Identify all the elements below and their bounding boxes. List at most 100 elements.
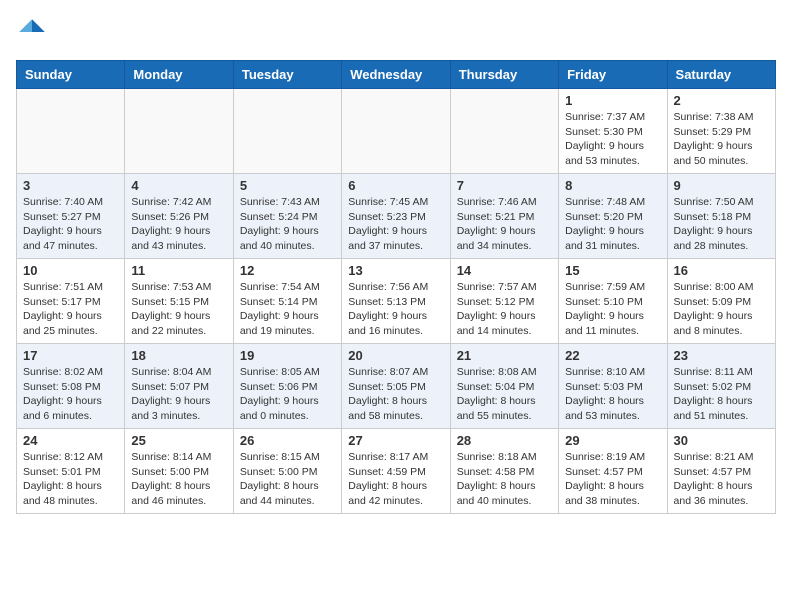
- calendar-cell: 29 Sunrise: 8:19 AM Sunset: 4:57 PM Dayli…: [559, 429, 667, 514]
- calendar-cell: 23 Sunrise: 8:11 AM Sunset: 5:02 PM Dayli…: [667, 344, 775, 429]
- weekday-header-row: SundayMondayTuesdayWednesdayThursdayFrid…: [17, 61, 776, 89]
- calendar-cell: 12 Sunrise: 7:54 AM Sunset: 5:14 PM Dayli…: [233, 259, 341, 344]
- calendar-cell: [233, 89, 341, 174]
- calendar-cell: 27 Sunrise: 8:17 AM Sunset: 4:59 PM Dayli…: [342, 429, 450, 514]
- calendar-cell: 18 Sunrise: 8:04 AM Sunset: 5:07 PM Dayli…: [125, 344, 233, 429]
- day-number: 11: [131, 263, 226, 278]
- day-number: 22: [565, 348, 660, 363]
- calendar-cell: 4 Sunrise: 7:42 AM Sunset: 5:26 PM Daylig…: [125, 174, 233, 259]
- day-info: Sunrise: 7:37 AM Sunset: 5:30 PM Dayligh…: [565, 110, 660, 169]
- logo-icon: [16, 16, 48, 48]
- calendar-cell: 16 Sunrise: 8:00 AM Sunset: 5:09 PM Dayli…: [667, 259, 775, 344]
- day-number: 25: [131, 433, 226, 448]
- calendar-cell: 14Sunrise: 7:57 AM Sunset: 5:12 PM Dayli…: [450, 259, 558, 344]
- day-number: 3: [23, 178, 118, 193]
- calendar-cell: 5 Sunrise: 7:43 AM Sunset: 5:24 PM Daylig…: [233, 174, 341, 259]
- calendar-cell: 22 Sunrise: 8:10 AM Sunset: 5:03 PM Dayli…: [559, 344, 667, 429]
- calendar-cell: 10 Sunrise: 7:51 AM Sunset: 5:17 PM Dayli…: [17, 259, 125, 344]
- calendar-cell: 7 Sunrise: 7:46 AM Sunset: 5:21 PM Daylig…: [450, 174, 558, 259]
- day-number: 4: [131, 178, 226, 193]
- day-info: Sunrise: 8:00 AM Sunset: 5:09 PM Dayligh…: [674, 280, 769, 339]
- day-number: 16: [674, 263, 769, 278]
- weekday-header-thursday: Thursday: [450, 61, 558, 89]
- day-number: 1: [565, 93, 660, 108]
- day-number: 23: [674, 348, 769, 363]
- day-info: Sunrise: 7:42 AM Sunset: 5:26 PM Dayligh…: [131, 195, 226, 254]
- day-info: Sunrise: 8:02 AM Sunset: 5:08 PM Dayligh…: [23, 365, 118, 424]
- day-info: Sunrise: 8:08 AM Sunset: 5:04 PM Dayligh…: [457, 365, 552, 424]
- calendar-cell: 6Sunrise: 7:45 AM Sunset: 5:23 PM Daylig…: [342, 174, 450, 259]
- calendar-week-row: 3 Sunrise: 7:40 AM Sunset: 5:27 PM Daylig…: [17, 174, 776, 259]
- weekday-header-saturday: Saturday: [667, 61, 775, 89]
- calendar-cell: 11 Sunrise: 7:53 AM Sunset: 5:15 PM Dayli…: [125, 259, 233, 344]
- day-number: 27: [348, 433, 443, 448]
- day-info: Sunrise: 8:11 AM Sunset: 5:02 PM Dayligh…: [674, 365, 769, 424]
- day-number: 8: [565, 178, 660, 193]
- calendar-cell: 21 Sunrise: 8:08 AM Sunset: 5:04 PM Dayli…: [450, 344, 558, 429]
- day-info: Sunrise: 7:57 AM Sunset: 5:12 PM Dayligh…: [457, 280, 552, 339]
- day-info: Sunrise: 8:10 AM Sunset: 5:03 PM Dayligh…: [565, 365, 660, 424]
- day-info: Sunrise: 8:12 AM Sunset: 5:01 PM Dayligh…: [23, 450, 118, 509]
- calendar-cell: [450, 89, 558, 174]
- day-number: 30: [674, 433, 769, 448]
- day-info: Sunrise: 7:53 AM Sunset: 5:15 PM Dayligh…: [131, 280, 226, 339]
- day-info: Sunrise: 7:40 AM Sunset: 5:27 PM Dayligh…: [23, 195, 118, 254]
- day-number: 26: [240, 433, 335, 448]
- day-info: Sunrise: 7:46 AM Sunset: 5:21 PM Dayligh…: [457, 195, 552, 254]
- weekday-header-wednesday: Wednesday: [342, 61, 450, 89]
- calendar-cell: 25 Sunrise: 8:14 AM Sunset: 5:00 PM Dayli…: [125, 429, 233, 514]
- day-number: 10: [23, 263, 118, 278]
- day-number: 17: [23, 348, 118, 363]
- calendar-cell: [17, 89, 125, 174]
- calendar-week-row: 1 Sunrise: 7:37 AM Sunset: 5:30 PM Daylig…: [17, 89, 776, 174]
- day-info: Sunrise: 8:21 AM Sunset: 4:57 PM Dayligh…: [674, 450, 769, 509]
- day-info: Sunrise: 7:43 AM Sunset: 5:24 PM Dayligh…: [240, 195, 335, 254]
- day-info: Sunrise: 8:05 AM Sunset: 5:06 PM Dayligh…: [240, 365, 335, 424]
- calendar-cell: 19 Sunrise: 8:05 AM Sunset: 5:06 PM Dayli…: [233, 344, 341, 429]
- day-info: Sunrise: 7:38 AM Sunset: 5:29 PM Dayligh…: [674, 110, 769, 169]
- calendar-cell: 2 Sunrise: 7:38 AM Sunset: 5:29 PM Daylig…: [667, 89, 775, 174]
- day-info: Sunrise: 7:54 AM Sunset: 5:14 PM Dayligh…: [240, 280, 335, 339]
- calendar-table: SundayMondayTuesdayWednesdayThursdayFrid…: [16, 60, 776, 514]
- calendar-cell: 15Sunrise: 7:59 AM Sunset: 5:10 PM Dayli…: [559, 259, 667, 344]
- calendar-cell: 24 Sunrise: 8:12 AM Sunset: 5:01 PM Dayli…: [17, 429, 125, 514]
- calendar-cell: 8 Sunrise: 7:48 AM Sunset: 5:20 PM Daylig…: [559, 174, 667, 259]
- day-number: 5: [240, 178, 335, 193]
- calendar-week-row: 17 Sunrise: 8:02 AM Sunset: 5:08 PM Dayli…: [17, 344, 776, 429]
- day-number: 18: [131, 348, 226, 363]
- calendar-cell: 30 Sunrise: 8:21 AM Sunset: 4:57 PM Dayli…: [667, 429, 775, 514]
- calendar-cell: [125, 89, 233, 174]
- day-number: 12: [240, 263, 335, 278]
- day-info: Sunrise: 8:15 AM Sunset: 5:00 PM Dayligh…: [240, 450, 335, 509]
- day-info: Sunrise: 8:04 AM Sunset: 5:07 PM Dayligh…: [131, 365, 226, 424]
- calendar-cell: 13 Sunrise: 7:56 AM Sunset: 5:13 PM Dayli…: [342, 259, 450, 344]
- calendar-cell: 9 Sunrise: 7:50 AM Sunset: 5:18 PM Daylig…: [667, 174, 775, 259]
- day-info: Sunrise: 8:19 AM Sunset: 4:57 PM Dayligh…: [565, 450, 660, 509]
- calendar-cell: 1 Sunrise: 7:37 AM Sunset: 5:30 PM Daylig…: [559, 89, 667, 174]
- calendar-cell: 28Sunrise: 8:18 AM Sunset: 4:58 PM Dayli…: [450, 429, 558, 514]
- day-number: 24: [23, 433, 118, 448]
- day-info: Sunrise: 7:48 AM Sunset: 5:20 PM Dayligh…: [565, 195, 660, 254]
- day-info: Sunrise: 7:51 AM Sunset: 5:17 PM Dayligh…: [23, 280, 118, 339]
- day-info: Sunrise: 8:14 AM Sunset: 5:00 PM Dayligh…: [131, 450, 226, 509]
- day-number: 9: [674, 178, 769, 193]
- calendar-cell: 20 Sunrise: 8:07 AM Sunset: 5:05 PM Dayli…: [342, 344, 450, 429]
- day-number: 13: [348, 263, 443, 278]
- day-number: 19: [240, 348, 335, 363]
- day-number: 7: [457, 178, 552, 193]
- day-number: 21: [457, 348, 552, 363]
- day-info: Sunrise: 8:07 AM Sunset: 5:05 PM Dayligh…: [348, 365, 443, 424]
- day-number: 29: [565, 433, 660, 448]
- day-info: Sunrise: 7:59 AM Sunset: 5:10 PM Dayligh…: [565, 280, 660, 339]
- day-info: Sunrise: 7:50 AM Sunset: 5:18 PM Dayligh…: [674, 195, 769, 254]
- day-info: Sunrise: 8:17 AM Sunset: 4:59 PM Dayligh…: [348, 450, 443, 509]
- day-number: 2: [674, 93, 769, 108]
- weekday-header-friday: Friday: [559, 61, 667, 89]
- weekday-header-tuesday: Tuesday: [233, 61, 341, 89]
- day-info: Sunrise: 7:56 AM Sunset: 5:13 PM Dayligh…: [348, 280, 443, 339]
- page-header: [16, 16, 776, 48]
- day-number: 20: [348, 348, 443, 363]
- day-info: Sunrise: 8:18 AM Sunset: 4:58 PM Dayligh…: [457, 450, 552, 509]
- calendar-cell: 26 Sunrise: 8:15 AM Sunset: 5:00 PM Dayli…: [233, 429, 341, 514]
- calendar-cell: 3 Sunrise: 7:40 AM Sunset: 5:27 PM Daylig…: [17, 174, 125, 259]
